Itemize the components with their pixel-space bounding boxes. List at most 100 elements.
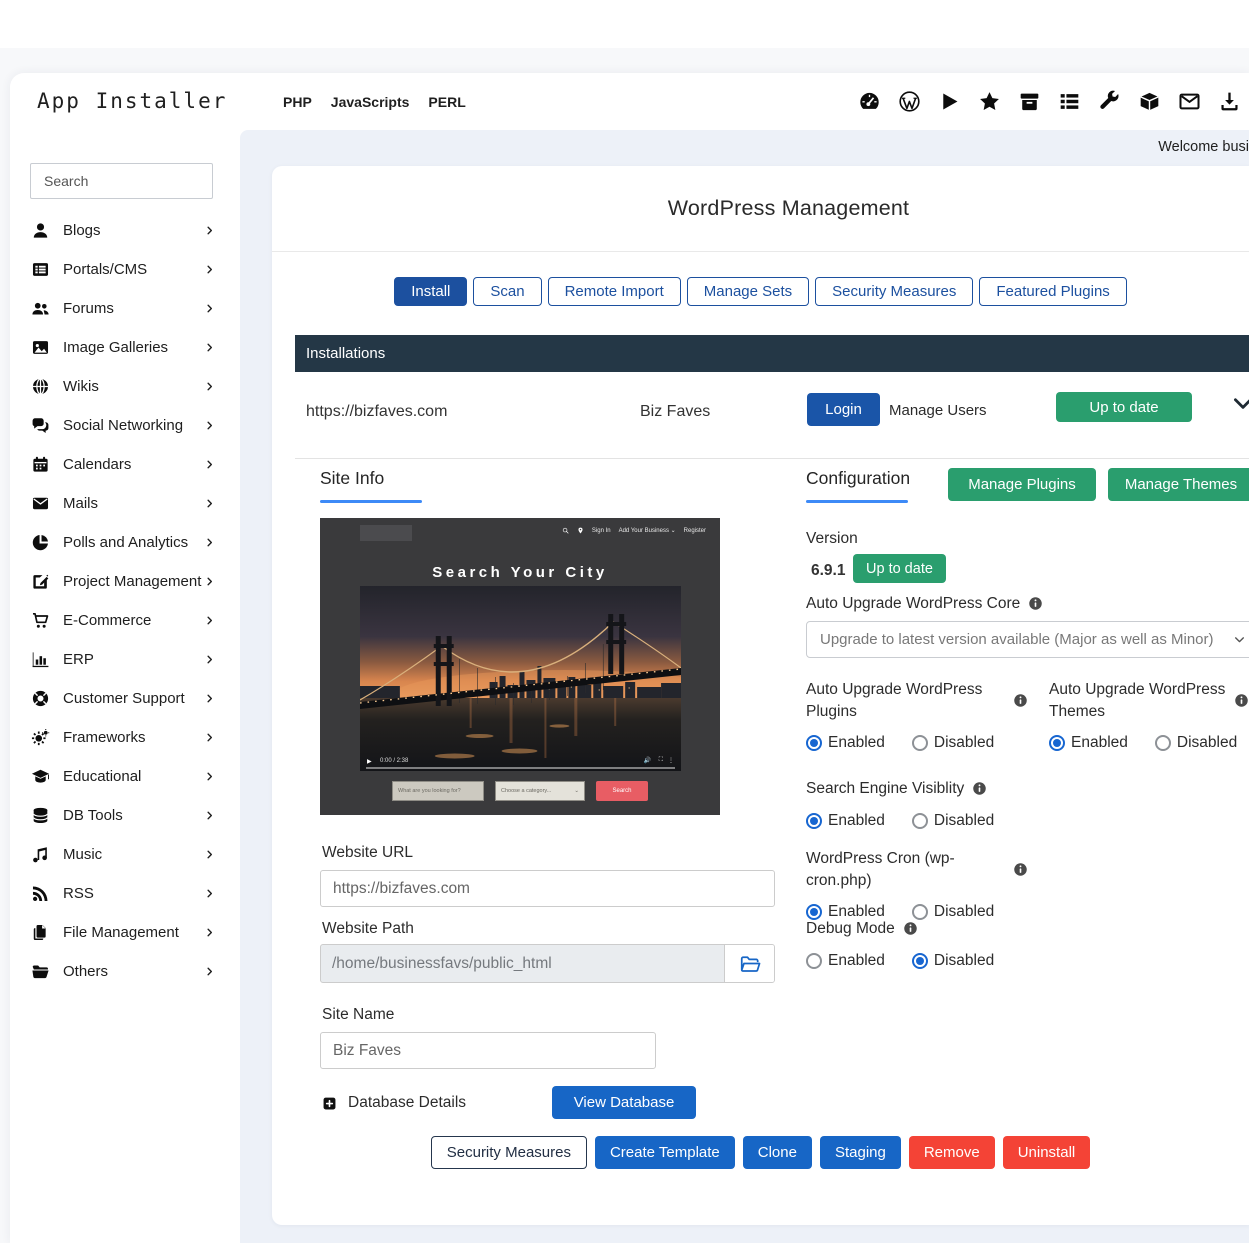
wordpress-icon[interactable] bbox=[898, 90, 921, 113]
create-template-button[interactable]: Create Template bbox=[595, 1136, 735, 1169]
manage-users-link[interactable]: Manage Users bbox=[889, 402, 987, 419]
sidebar-item-blogs[interactable]: Blogs bbox=[10, 211, 230, 250]
core-upgrade-select[interactable]: Upgrade to latest version available (Maj… bbox=[806, 621, 1249, 658]
chevron-right-icon bbox=[204, 576, 215, 587]
archive-icon[interactable] bbox=[1018, 90, 1041, 113]
info-icon[interactable] bbox=[1013, 693, 1028, 708]
info-icon[interactable] bbox=[1013, 862, 1028, 877]
preview-volume-icon: 🔊 bbox=[644, 757, 651, 764]
sidebar-item-portals-cms[interactable]: Portals/CMS bbox=[10, 250, 230, 289]
sidebar-item-erp[interactable]: ERP bbox=[10, 640, 230, 679]
list-icon[interactable] bbox=[1058, 90, 1081, 113]
users-icon bbox=[31, 299, 50, 318]
sidebar-item-forums[interactable]: Forums bbox=[10, 289, 230, 328]
view-database-button[interactable]: View Database bbox=[552, 1086, 696, 1119]
up-to-date-badge[interactable]: Up to date bbox=[1056, 392, 1192, 422]
sidebar-item-project-management[interactable]: Project Management bbox=[10, 562, 230, 601]
row-collapse-chevron-icon[interactable] bbox=[1230, 390, 1249, 416]
radio-circle[interactable] bbox=[806, 813, 822, 829]
site-info-underline bbox=[320, 500, 422, 503]
download-icon[interactable] bbox=[1218, 90, 1241, 113]
sidebar-item-file-management[interactable]: File Management bbox=[10, 913, 230, 952]
version-up-to-date-badge[interactable]: Up to date bbox=[853, 554, 946, 583]
tab-featured-plugins[interactable]: Featured Plugins bbox=[979, 277, 1126, 306]
radio-circle[interactable] bbox=[912, 813, 928, 829]
sidebar-item-music[interactable]: Music bbox=[10, 835, 230, 874]
sidebar-item-image-galleries[interactable]: Image Galleries bbox=[10, 328, 230, 367]
preview-progress-bar bbox=[366, 767, 675, 769]
radio-enabled[interactable]: Enabled bbox=[1049, 734, 1128, 752]
file-copy-icon bbox=[31, 923, 50, 942]
info-icon[interactable] bbox=[1028, 596, 1043, 611]
dashboard-icon[interactable] bbox=[858, 90, 881, 113]
info-icon[interactable] bbox=[903, 921, 918, 936]
top-nav-link-php[interactable]: PHP bbox=[283, 94, 312, 110]
top-nav-link-javascripts[interactable]: JavaScripts bbox=[331, 94, 410, 110]
security-measures-button[interactable]: Security Measures bbox=[431, 1136, 587, 1169]
sidebar-item-others[interactable]: Others bbox=[10, 952, 230, 991]
radio-disabled[interactable]: Disabled bbox=[1155, 734, 1237, 752]
sidebar-item-e-commerce[interactable]: E-Commerce bbox=[10, 601, 230, 640]
sidebar-item-wikis[interactable]: Wikis bbox=[10, 367, 230, 406]
sidebar-item-label: Forums bbox=[63, 300, 114, 317]
mail-icon[interactable] bbox=[1178, 90, 1201, 113]
sidebar-item-mails[interactable]: Mails bbox=[10, 484, 230, 523]
tab-security-measures[interactable]: Security Measures bbox=[815, 277, 973, 306]
tab-remote-import[interactable]: Remote Import bbox=[548, 277, 681, 306]
sidebar-item-db-tools[interactable]: DB Tools bbox=[10, 796, 230, 835]
uninstall-button[interactable]: Uninstall bbox=[1003, 1136, 1091, 1169]
preview-add-business: Add Your Business ⌄ bbox=[619, 527, 676, 534]
database-details-toggle[interactable]: Database Details bbox=[322, 1094, 466, 1112]
sidebar-item-customer-support[interactable]: Customer Support bbox=[10, 679, 230, 718]
sidebar-item-social-networking[interactable]: Social Networking bbox=[10, 406, 230, 445]
radio-circle[interactable] bbox=[806, 735, 822, 751]
staging-button[interactable]: Staging bbox=[820, 1136, 901, 1169]
chevron-right-icon bbox=[204, 420, 215, 431]
tab-manage-sets[interactable]: Manage Sets bbox=[687, 277, 809, 306]
radio-enabled[interactable]: Enabled bbox=[806, 734, 885, 752]
installation-url-link[interactable]: https://bizfaves.com bbox=[306, 403, 447, 421]
preview-category-select: Choose a category...⌄ bbox=[495, 781, 585, 801]
manage-themes-button[interactable]: Manage Themes bbox=[1108, 468, 1249, 501]
tab-install[interactable]: Install bbox=[394, 277, 467, 306]
radio-circle[interactable] bbox=[1155, 735, 1171, 751]
radio-disabled[interactable]: Disabled bbox=[912, 812, 994, 830]
sidebar-item-rss[interactable]: RSS bbox=[10, 874, 230, 913]
radio-circle[interactable] bbox=[912, 735, 928, 751]
radio-circle[interactable] bbox=[806, 953, 822, 969]
info-icon[interactable] bbox=[972, 781, 987, 796]
play-icon[interactable] bbox=[938, 90, 961, 113]
preview-search-icon bbox=[562, 527, 569, 534]
preview-search-input: What are you looking for? bbox=[392, 781, 484, 801]
radio-disabled[interactable]: Disabled bbox=[912, 952, 994, 970]
installation-row: https://bizfaves.com Biz Faves Login Man… bbox=[295, 372, 1249, 459]
tab-scan[interactable]: Scan bbox=[473, 277, 541, 306]
search-input[interactable] bbox=[42, 172, 227, 190]
sidebar-item-educational[interactable]: Educational bbox=[10, 757, 230, 796]
cart-icon bbox=[31, 611, 50, 630]
star-icon[interactable] bbox=[978, 90, 1001, 113]
wrench-icon[interactable] bbox=[1098, 90, 1121, 113]
chat-icon bbox=[31, 416, 50, 435]
radio-circle[interactable] bbox=[1049, 735, 1065, 751]
package-icon[interactable] bbox=[1138, 90, 1161, 113]
top-nav-link-perl[interactable]: PERL bbox=[428, 94, 465, 110]
radio-enabled[interactable]: Enabled bbox=[806, 812, 885, 830]
radio-circle[interactable] bbox=[912, 953, 928, 969]
website-path-value: /home/businessfavs/public_html bbox=[321, 945, 724, 982]
site-name-input[interactable] bbox=[320, 1032, 656, 1069]
sidebar-item-frameworks[interactable]: Frameworks bbox=[10, 718, 230, 757]
top-nav: PHP JavaScripts PERL bbox=[283, 73, 466, 130]
manage-plugins-button[interactable]: Manage Plugins bbox=[948, 468, 1096, 501]
clone-button[interactable]: Clone bbox=[743, 1136, 812, 1169]
browse-path-button[interactable] bbox=[724, 945, 774, 982]
website-url-input[interactable] bbox=[320, 870, 775, 907]
info-icon[interactable] bbox=[1234, 693, 1249, 708]
sidebar-item-polls-and-analytics[interactable]: Polls and Analytics bbox=[10, 523, 230, 562]
radio-enabled[interactable]: Enabled bbox=[806, 952, 885, 970]
login-button[interactable]: Login bbox=[807, 393, 880, 426]
sidebar-item-calendars[interactable]: Calendars bbox=[10, 445, 230, 484]
radio-disabled[interactable]: Disabled bbox=[912, 734, 994, 752]
remove-button[interactable]: Remove bbox=[909, 1136, 995, 1169]
preview-video-time: 0:00 / 2:38 bbox=[380, 758, 408, 764]
